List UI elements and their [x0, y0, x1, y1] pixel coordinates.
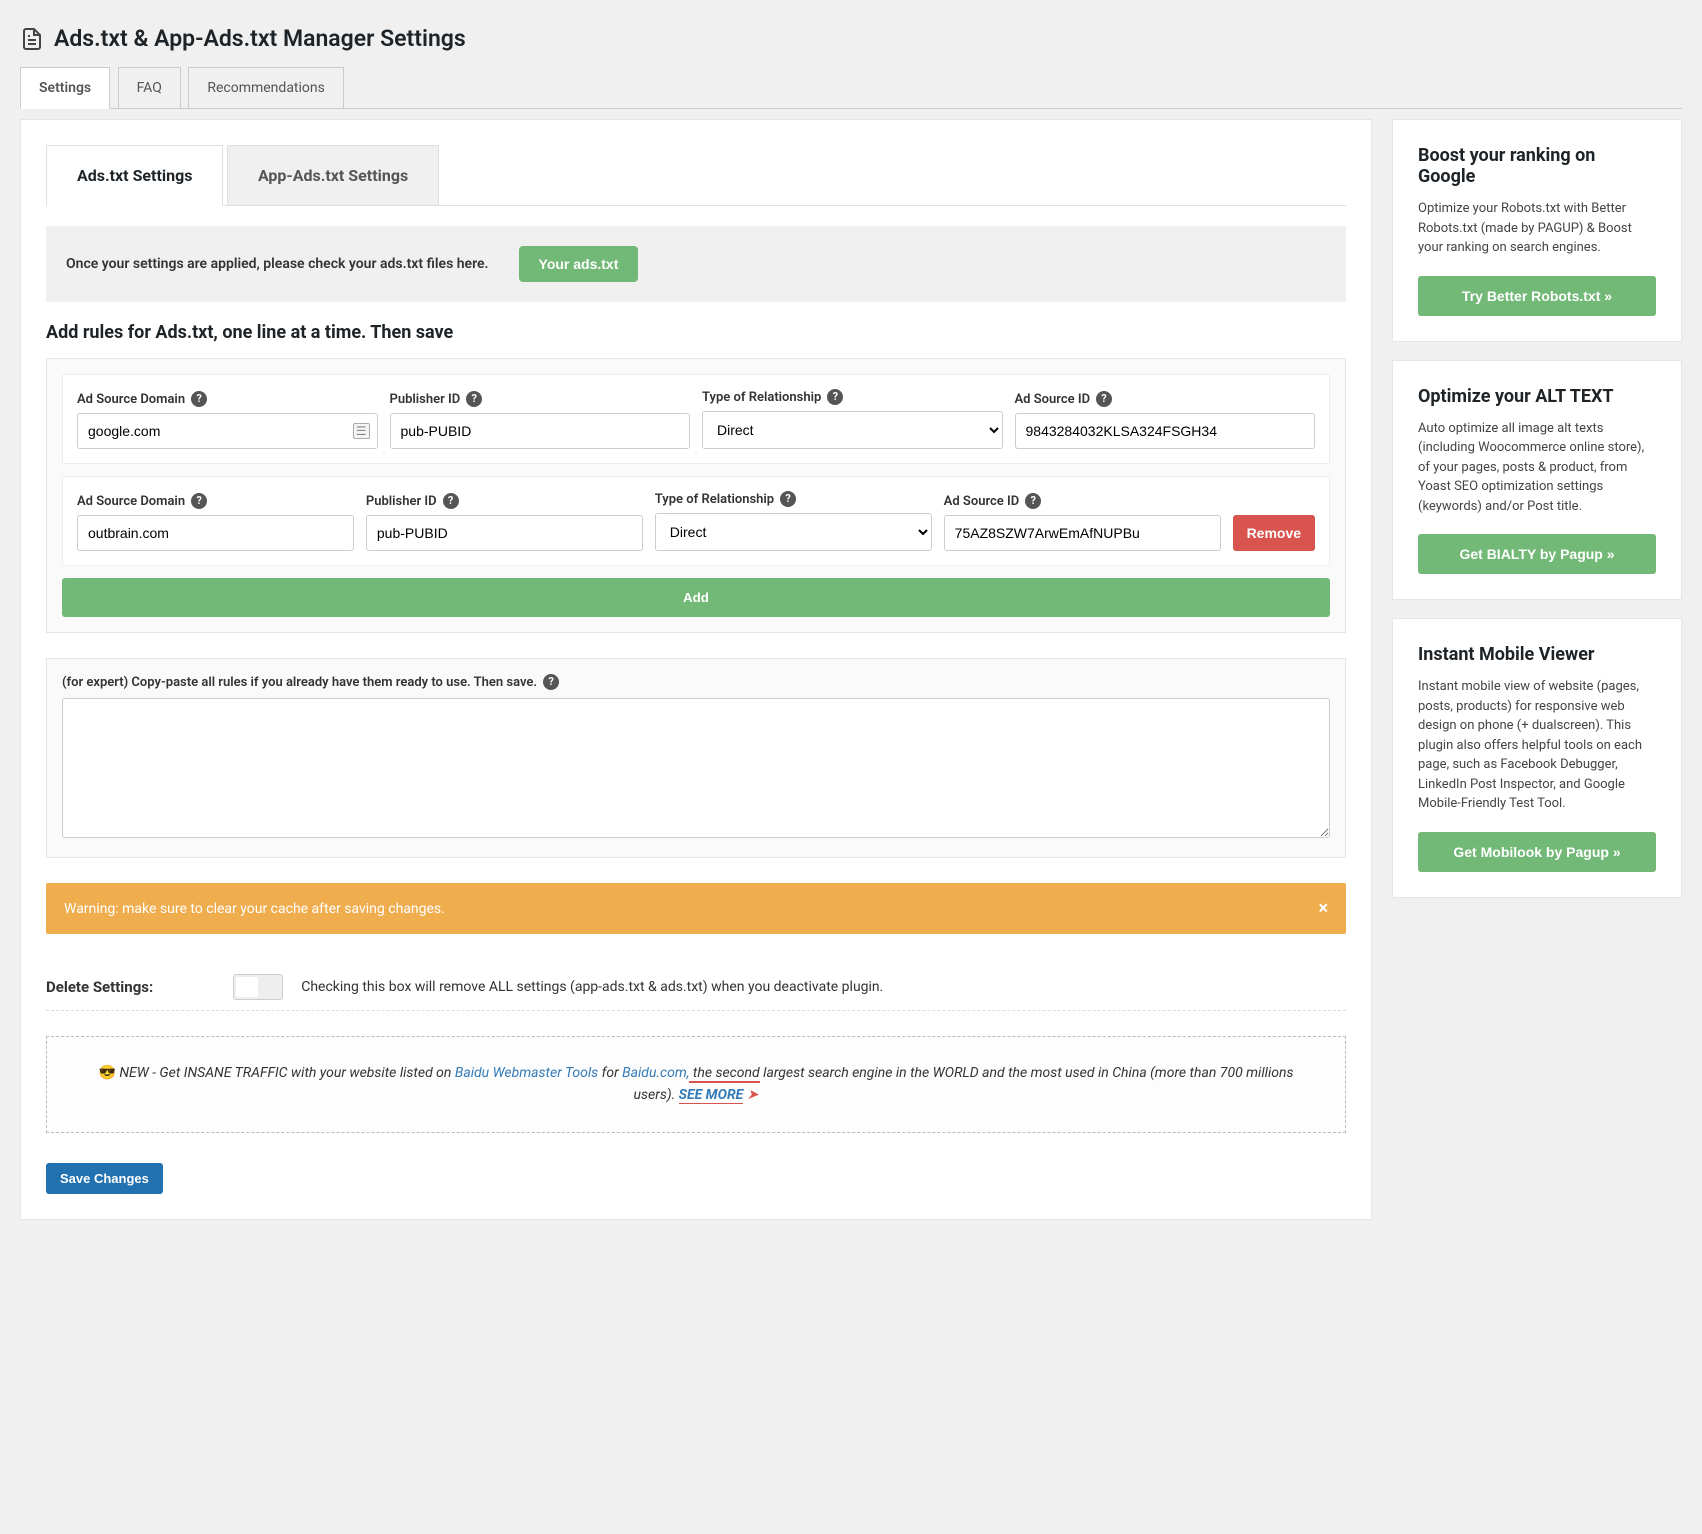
help-icon[interactable]: ?: [191, 493, 207, 509]
inner-tab-app-ads[interactable]: App-Ads.txt Settings: [227, 145, 439, 205]
main-settings-panel: Ads.txt Settings App-Ads.txt Settings On…: [20, 119, 1372, 1220]
sunglasses-emoji-icon: 😎: [98, 1065, 115, 1081]
expert-label: (for expert) Copy-paste all rules if you…: [62, 674, 1330, 690]
rules-area: Ad Source Domain? ☰ Publisher ID? Type o…: [46, 358, 1346, 633]
relationship-select[interactable]: Direct: [655, 513, 932, 551]
top-tabs: Settings FAQ Recommendations: [20, 67, 1682, 109]
sidebar-card-body: Instant mobile view of website (pages, p…: [1418, 677, 1656, 814]
baidu-link[interactable]: Baidu.com,: [622, 1065, 689, 1081]
help-icon[interactable]: ?: [543, 674, 559, 690]
remove-button[interactable]: Remove: [1233, 515, 1315, 551]
sidebar-card-body: Optimize your Robots.txt with Better Rob…: [1418, 199, 1656, 258]
label-domain: Ad Source Domain?: [77, 391, 378, 407]
publisher-id-input[interactable]: [366, 515, 643, 551]
ad-source-id-input[interactable]: [1015, 413, 1316, 449]
baidu-tools-link[interactable]: Baidu Webmaster Tools: [455, 1065, 598, 1081]
your-ads-txt-button[interactable]: Your ads.txt: [519, 246, 639, 282]
label-relationship: Type of Relationship?: [702, 389, 1003, 405]
notice-text: Once your settings are applied, please c…: [66, 256, 489, 272]
help-icon[interactable]: ?: [1025, 493, 1041, 509]
expert-box: (for expert) Copy-paste all rules if you…: [46, 658, 1346, 858]
help-icon[interactable]: ?: [827, 389, 843, 405]
page-title-text: Ads.txt & App-Ads.txt Manager Settings: [54, 25, 466, 52]
rule-row: Ad Source Domain? Publisher ID? Type of …: [62, 476, 1330, 566]
help-icon[interactable]: ?: [1096, 391, 1112, 407]
help-icon[interactable]: ?: [443, 493, 459, 509]
delete-settings-row: Delete Settings: Checking this box will …: [46, 974, 1346, 1011]
sidebar-card-alt-text: Optimize your ALT TEXT Auto optimize all…: [1392, 360, 1682, 601]
sidebar-card-ranking: Boost your ranking on Google Optimize yo…: [1392, 119, 1682, 342]
ad-source-id-input[interactable]: [944, 515, 1221, 551]
relationship-select[interactable]: Direct: [702, 411, 1003, 449]
get-mobilook-button[interactable]: Get Mobilook by Pagup »: [1418, 832, 1656, 872]
delete-settings-label: Delete Settings:: [46, 978, 153, 996]
sidebar-card-title: Boost your ranking on Google: [1418, 145, 1656, 187]
sidebar: Boost your ranking on Google Optimize yo…: [1392, 119, 1682, 1220]
label-domain: Ad Source Domain?: [77, 493, 354, 509]
cache-warning: Warning: make sure to clear your cache a…: [46, 883, 1346, 934]
inner-tabs: Ads.txt Settings App-Ads.txt Settings: [46, 145, 1346, 206]
warning-text: Warning: make sure to clear your cache a…: [64, 901, 445, 917]
tab-recommendations[interactable]: Recommendations: [188, 67, 344, 108]
promo-box: 😎 NEW - Get INSANE TRAFFIC with your web…: [46, 1036, 1346, 1133]
help-icon[interactable]: ?: [466, 391, 482, 407]
promo-text: the second: [689, 1065, 759, 1083]
inner-tab-ads[interactable]: Ads.txt Settings: [46, 145, 223, 206]
document-icon: [20, 27, 44, 51]
help-icon[interactable]: ?: [780, 491, 796, 507]
label-relationship: Type of Relationship?: [655, 491, 932, 507]
add-button[interactable]: Add: [62, 578, 1330, 617]
promo-text: for: [598, 1065, 622, 1081]
page-title: Ads.txt & App-Ads.txt Manager Settings: [20, 0, 1682, 67]
promo-text: NEW - Get INSANE TRAFFIC with your websi…: [116, 1065, 455, 1081]
ad-source-domain-input[interactable]: [77, 413, 378, 449]
sidebar-card-title: Instant Mobile Viewer: [1418, 644, 1656, 665]
sidebar-card-title: Optimize your ALT TEXT: [1418, 386, 1656, 407]
label-source-id: Ad Source ID?: [1015, 391, 1316, 407]
label-source-id: Ad Source ID?: [944, 493, 1221, 509]
arrow-icon: ➤: [743, 1087, 758, 1103]
expert-textarea[interactable]: [62, 698, 1330, 838]
save-changes-button[interactable]: Save Changes: [46, 1163, 163, 1194]
delete-settings-toggle[interactable]: [233, 974, 283, 1000]
get-bialty-button[interactable]: Get BIALTY by Pagup »: [1418, 534, 1656, 574]
see-more-link[interactable]: SEE MORE: [679, 1087, 744, 1104]
tab-faq[interactable]: FAQ: [118, 67, 181, 108]
add-rules-heading: Add rules for Ads.txt, one line at a tim…: [46, 322, 1346, 343]
help-icon[interactable]: ?: [191, 391, 207, 407]
delete-settings-desc: Checking this box will remove ALL settin…: [301, 979, 883, 995]
check-files-notice: Once your settings are applied, please c…: [46, 226, 1346, 302]
rule-row: Ad Source Domain? ☰ Publisher ID? Type o…: [62, 374, 1330, 464]
close-icon[interactable]: ×: [1318, 898, 1328, 919]
sidebar-card-body: Auto optimize all image alt texts (inclu…: [1418, 419, 1656, 517]
publisher-id-input[interactable]: [390, 413, 691, 449]
ad-source-domain-input[interactable]: [77, 515, 354, 551]
label-publisher-id: Publisher ID?: [366, 493, 643, 509]
tab-settings[interactable]: Settings: [20, 67, 110, 109]
sidebar-card-mobile: Instant Mobile Viewer Instant mobile vie…: [1392, 618, 1682, 898]
try-better-robots-button[interactable]: Try Better Robots.txt »: [1418, 276, 1656, 316]
label-publisher-id: Publisher ID?: [390, 391, 691, 407]
